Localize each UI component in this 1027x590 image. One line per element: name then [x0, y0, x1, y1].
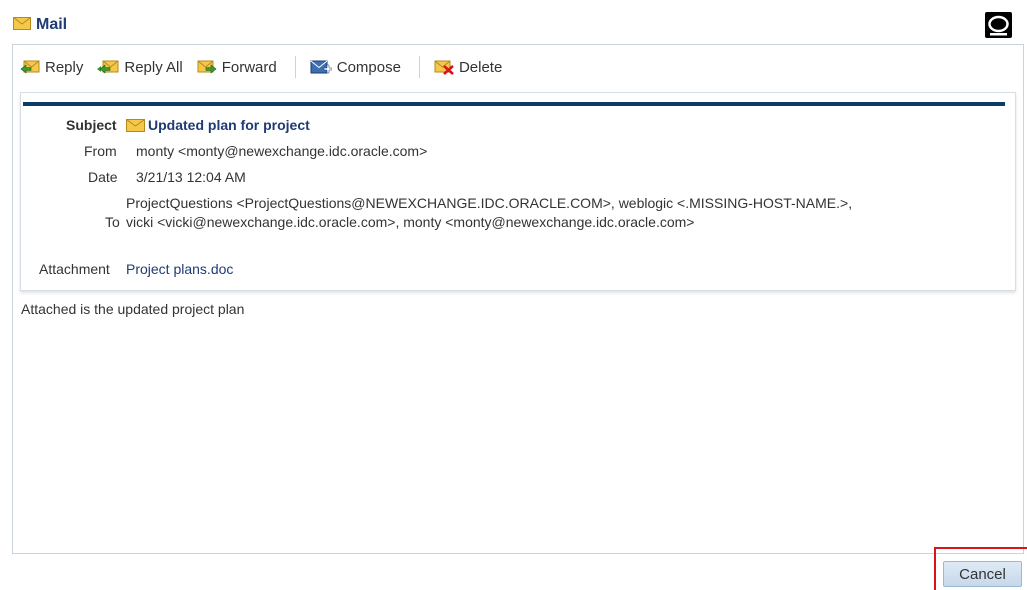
from-value: monty <monty@newexchange.idc.oracle.com> [136, 143, 428, 159]
reply-all-icon [97, 59, 119, 75]
date-value: 3/21/13 12:04 AM [136, 169, 246, 185]
envelope-icon [13, 17, 31, 33]
toolbar-divider [294, 56, 296, 78]
window-title: Mail [36, 16, 68, 33]
delete-label: Delete [458, 58, 503, 76]
subject-label: Subject [66, 117, 117, 133]
forward-icon [197, 59, 217, 75]
toolbar-divider [418, 56, 420, 78]
reply-button[interactable]: Reply [20, 59, 83, 76]
delete-button[interactable]: Delete [434, 59, 502, 76]
attachment-link[interactable]: Project plans.doc [126, 261, 233, 277]
forward-button[interactable]: Forward [197, 59, 277, 76]
header-accent-bar [23, 102, 1005, 106]
cancel-button[interactable]: Cancel [943, 561, 1022, 587]
date-label: Date [88, 169, 118, 185]
oracle-logo-icon [985, 12, 1012, 38]
to-recipients-line-2: vicki <vicki@newexchange.idc.oracle.com>… [126, 214, 695, 230]
reply-label: Reply [45, 58, 84, 76]
from-label: From [84, 143, 117, 159]
compose-button[interactable]: Compose [310, 59, 401, 76]
reply-icon [20, 59, 40, 75]
delete-icon [434, 59, 454, 75]
to-label: To [105, 214, 120, 230]
subject-text: Updated plan for project [148, 117, 310, 133]
forward-label: Forward [221, 58, 277, 76]
to-recipients-line-1: ProjectQuestions <ProjectQuestions@NEWEX… [126, 195, 853, 211]
mail-toolbar: Reply Reply All Forward Compose Delete [20, 56, 516, 78]
compose-label: Compose [336, 58, 401, 76]
reply-all-button[interactable]: Reply All [97, 58, 183, 76]
message-body: Attached is the updated project plan [21, 301, 245, 317]
reply-all-label: Reply All [124, 58, 183, 76]
attachment-label: Attachment [39, 261, 110, 277]
window-title-bar: Mail [13, 14, 67, 36]
envelope-icon [126, 119, 145, 135]
compose-icon [310, 59, 332, 75]
